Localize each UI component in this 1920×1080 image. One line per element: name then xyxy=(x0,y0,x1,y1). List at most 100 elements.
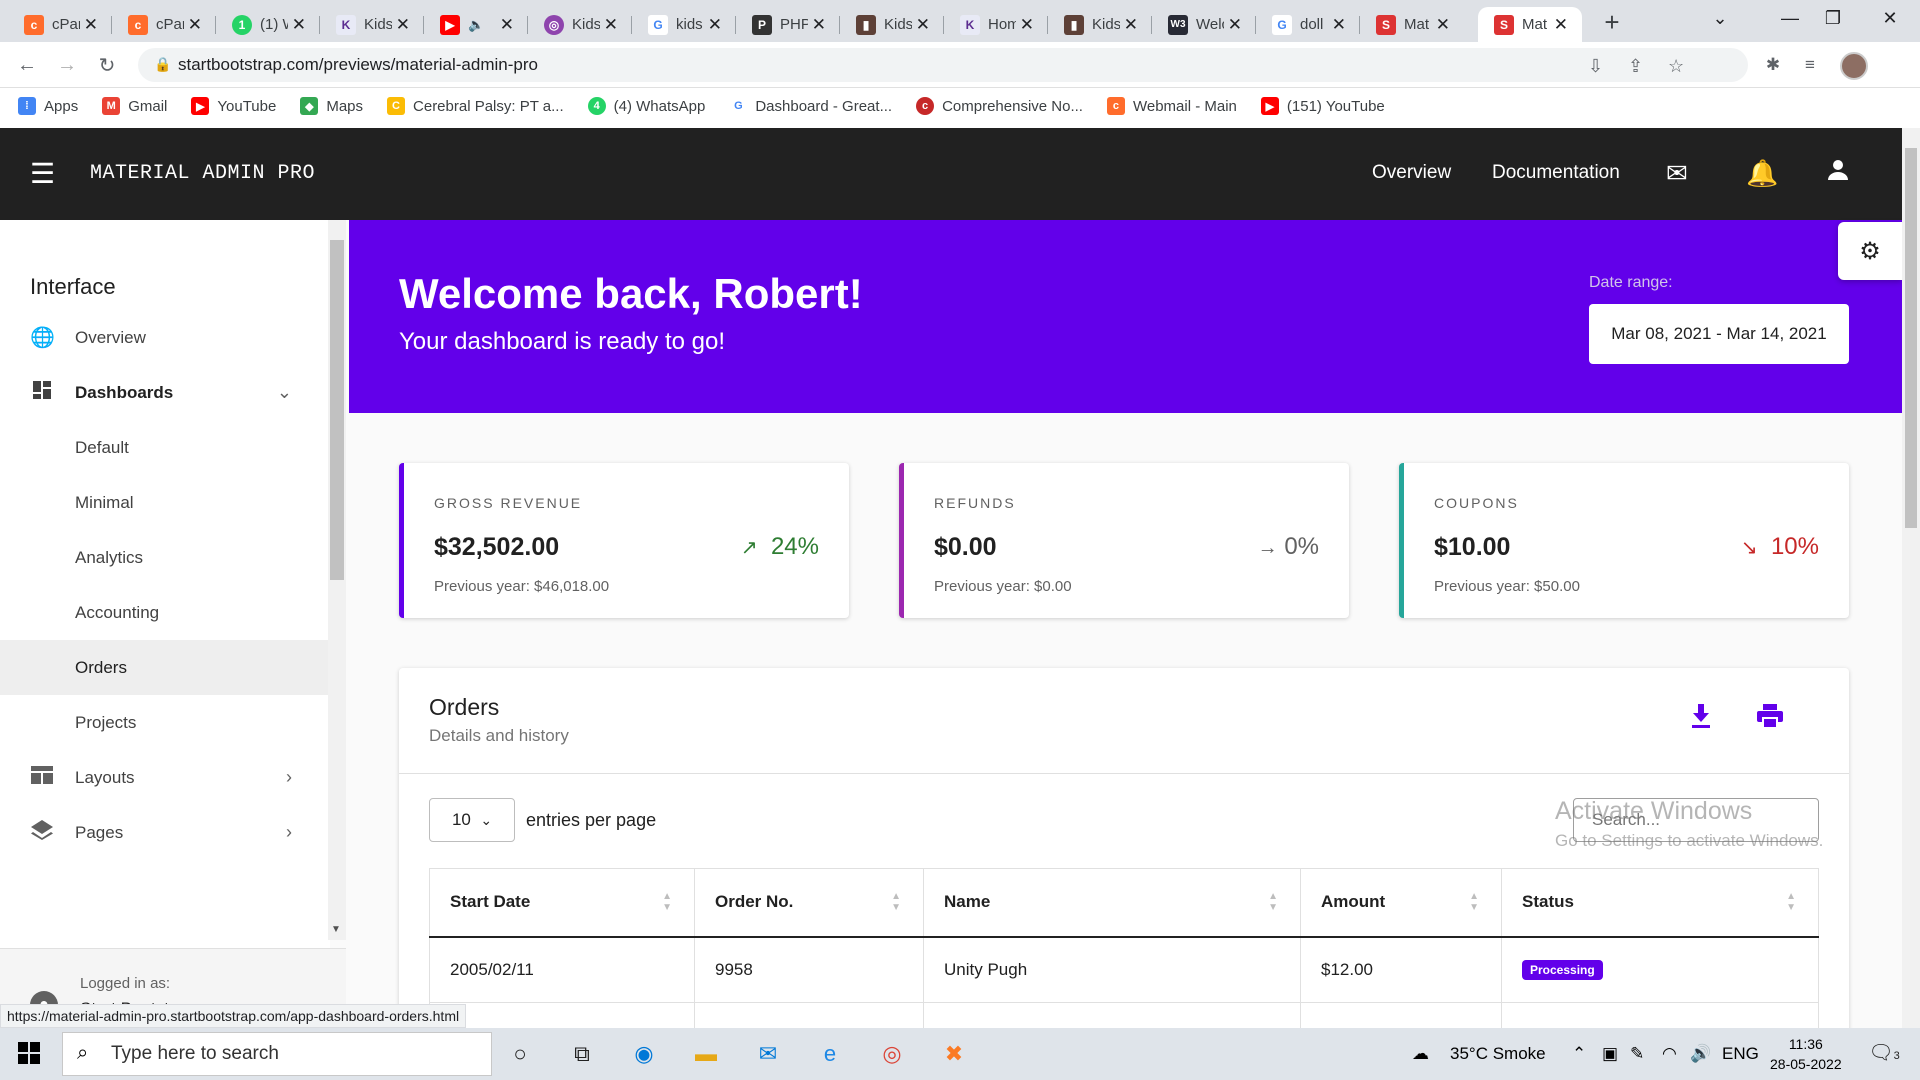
file-explorer-icon[interactable]: ▬ xyxy=(688,1038,724,1070)
forward-icon[interactable]: → xyxy=(52,51,82,79)
close-icon[interactable]: ✕ xyxy=(84,15,98,35)
close-icon[interactable]: ✕ xyxy=(1436,15,1450,35)
close-icon[interactable]: ✕ xyxy=(604,15,618,35)
volume-icon[interactable]: 🔊 xyxy=(1690,1044,1711,1064)
tab-search-icon[interactable]: ⌄ xyxy=(1700,8,1740,29)
wifi-icon[interactable]: ◠ xyxy=(1662,1044,1677,1064)
sort-icon[interactable]: ▲ ▼ xyxy=(1469,891,1479,913)
user-icon[interactable] xyxy=(1826,158,1850,189)
browser-tab[interactable]: K Home ✕ xyxy=(944,7,1048,42)
close-icon[interactable]: ✕ xyxy=(1020,15,1034,35)
page-scrollbar[interactable] xyxy=(1902,128,1920,1028)
system-clock[interactable]: 11:36 28-05-2022 xyxy=(1770,1034,1842,1074)
browser-tab[interactable]: W3 Welcome ✕ xyxy=(1152,7,1256,42)
browser-tab[interactable]: ▮ Kids ✕ xyxy=(840,7,944,42)
scroll-down-arrow-icon[interactable]: ▼ xyxy=(331,924,341,935)
nav-overview-link[interactable]: Overview xyxy=(1372,162,1451,184)
column-header-order-no[interactable]: Order No. ▲ ▼ xyxy=(694,868,924,938)
print-icon[interactable] xyxy=(1757,704,1783,735)
date-range-picker[interactable]: Mar 08, 2021 - Mar 14, 2021 xyxy=(1589,304,1849,364)
bookmark-star-icon[interactable]: ☆ xyxy=(1668,56,1684,77)
browser-tab[interactable]: K Kids ✕ xyxy=(320,7,424,42)
sidebar-item-projects[interactable]: Projects xyxy=(0,695,328,750)
browser-tab[interactable]: c cPanel ✕ xyxy=(8,7,112,42)
browser-tab[interactable]: S Mat ✕ xyxy=(1360,7,1464,42)
sidebar-item-pages[interactable]: Pages › xyxy=(0,805,328,860)
bookmark-gmail[interactable]: M Gmail xyxy=(102,97,167,115)
mail-icon[interactable]: ✉ xyxy=(1666,158,1688,189)
bookmark-comprehensive[interactable]: c Comprehensive No... xyxy=(916,97,1083,115)
sidebar-item-minimal[interactable]: Minimal xyxy=(0,475,328,530)
browser-tab[interactable]: c cPanel ✕ xyxy=(112,7,216,42)
close-icon[interactable]: ✕ xyxy=(396,15,410,35)
close-icon[interactable]: ✕ xyxy=(916,15,930,35)
browser-tab[interactable]: 1 (1) WhatsApp ✕ xyxy=(216,7,320,42)
page-scroll-thumb[interactable] xyxy=(1905,148,1917,528)
close-icon[interactable]: ✕ xyxy=(500,15,514,35)
sidebar-item-overview[interactable]: 🌐 Overview xyxy=(0,310,328,365)
sidebar-item-default[interactable]: Default xyxy=(0,420,328,475)
column-header-status[interactable]: Status ▲ ▼ xyxy=(1501,868,1819,938)
column-header-amount[interactable]: Amount ▲ ▼ xyxy=(1300,868,1502,938)
internet-explorer-icon[interactable]: e xyxy=(812,1038,848,1070)
notification-center-icon[interactable]: 🗨3 xyxy=(1868,1040,1900,1068)
chrome-icon[interactable]: ◎ xyxy=(874,1038,910,1070)
bookmark-whatsapp[interactable]: 4 (4) WhatsApp xyxy=(587,97,705,115)
column-header-start-date[interactable]: Start Date ▲ ▼ xyxy=(429,868,695,938)
nav-documentation-link[interactable]: Documentation xyxy=(1492,162,1620,184)
back-icon[interactable]: ← xyxy=(12,51,42,79)
sort-icon[interactable]: ▲ ▼ xyxy=(1786,891,1796,913)
bookmark-dashboard[interactable]: G Dashboard - Great... xyxy=(729,97,892,115)
reload-icon[interactable]: ↻ xyxy=(92,51,122,79)
new-tab-button[interactable]: + xyxy=(1597,7,1627,37)
bookmark-maps[interactable]: ◆ Maps xyxy=(300,97,363,115)
settings-gear-icon[interactable]: ⚙ xyxy=(1838,222,1902,280)
edge-icon[interactable]: ◉ xyxy=(626,1038,662,1070)
browser-tab[interactable]: G doll ✕ xyxy=(1256,7,1360,42)
sort-icon[interactable]: ▲ ▼ xyxy=(891,891,901,913)
sort-icon[interactable]: ▲ ▼ xyxy=(1268,891,1278,913)
browser-tab[interactable]: G kids ✕ xyxy=(632,7,736,42)
browser-tab-active[interactable]: S Mat ✕ xyxy=(1478,7,1582,42)
task-view-icon[interactable]: ⧉ xyxy=(564,1038,600,1070)
column-header-name[interactable]: Name ▲ ▼ xyxy=(923,868,1301,938)
close-icon[interactable]: ✕ xyxy=(1228,15,1242,35)
media-control-icon[interactable]: ≡ xyxy=(1797,52,1823,78)
bookmark-cerebral-palsy[interactable]: C Cerebral Palsy: PT a... xyxy=(387,97,564,115)
download-icon[interactable] xyxy=(1691,704,1711,735)
bookmark-youtube[interactable]: ▶ YouTube xyxy=(191,97,276,115)
close-icon[interactable]: ✕ xyxy=(292,15,306,35)
xampp-icon[interactable]: ✖ xyxy=(936,1038,972,1070)
windows-start-icon[interactable] xyxy=(18,1042,40,1071)
install-icon[interactable]: ⇩ xyxy=(1588,56,1603,77)
language-indicator[interactable]: ENG xyxy=(1722,1044,1759,1064)
bookmark-youtube-151[interactable]: ▶ (151) YouTube xyxy=(1260,97,1385,115)
sidebar-item-dashboards[interactable]: Dashboards ⌄ xyxy=(0,365,328,420)
sidebar-item-orders[interactable]: Orders xyxy=(0,640,328,695)
browser-tab[interactable]: ▶ 🔈 ✕ xyxy=(424,7,528,42)
weather-text[interactable]: 35°C Smoke xyxy=(1450,1044,1546,1064)
browser-tab[interactable]: ▮ Kids ✕ xyxy=(1048,7,1152,42)
sidebar-item-accounting[interactable]: Accounting xyxy=(0,585,328,640)
sidebar-scrollbar[interactable]: ▼ xyxy=(328,220,346,940)
network-icon[interactable]: ▣ xyxy=(1602,1044,1618,1064)
cortana-icon[interactable]: ○ xyxy=(502,1038,538,1070)
sidebar-scroll-thumb[interactable] xyxy=(330,240,344,580)
pen-icon[interactable]: ✎ xyxy=(1630,1044,1644,1064)
sidebar-item-layouts[interactable]: Layouts › xyxy=(0,750,328,805)
close-icon[interactable]: ✕ xyxy=(188,15,202,35)
browser-tab[interactable]: ◎ Kids ✕ xyxy=(528,7,632,42)
close-icon[interactable]: ✕ xyxy=(1332,15,1346,35)
close-icon[interactable]: ✕ xyxy=(708,15,722,35)
bookmark-webmail[interactable]: c Webmail - Main xyxy=(1106,97,1237,115)
minimize-icon[interactable]: — xyxy=(1770,8,1810,29)
brand-title[interactable]: MATERIAL ADMIN PRO xyxy=(90,162,315,185)
weather-icon[interactable]: ☁ xyxy=(1412,1044,1429,1064)
close-icon[interactable]: ✕ xyxy=(812,15,826,35)
table-row[interactable]: 2005/02/11 9958 Unity Pugh $12.00 Proces… xyxy=(429,936,1819,1003)
browser-tab[interactable]: P PHP ✕ xyxy=(736,7,840,42)
bookmark-apps[interactable]: ⁞ Apps xyxy=(18,97,78,115)
menu-icon[interactable]: ☰ xyxy=(30,160,55,188)
close-window-icon[interactable]: ✕ xyxy=(1870,8,1910,29)
mail-app-icon[interactable]: ✉ xyxy=(750,1038,786,1070)
